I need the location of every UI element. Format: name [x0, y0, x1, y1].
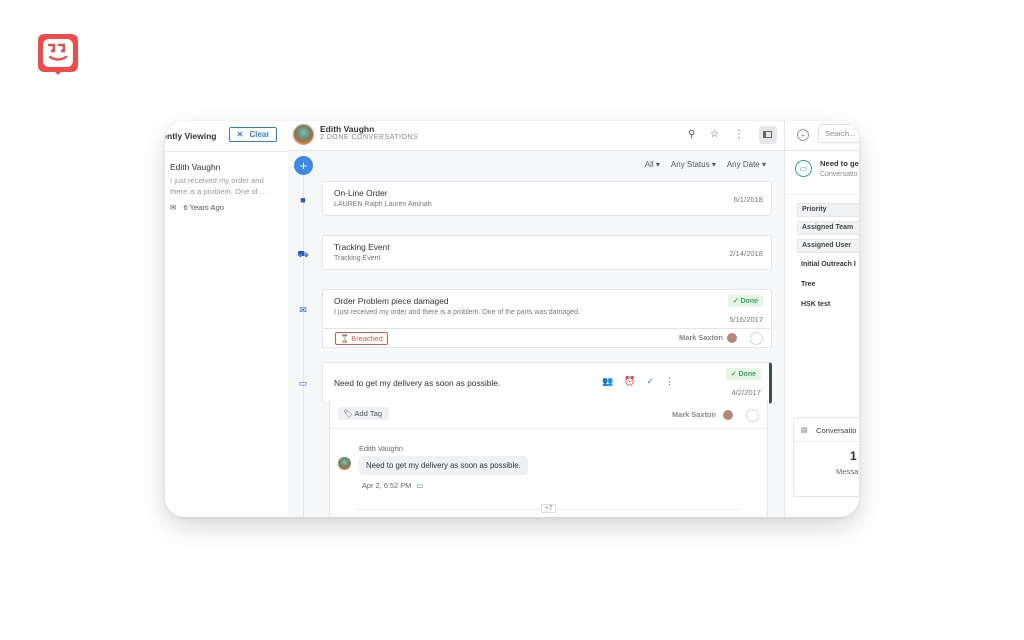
folder-icon: ■ — [300, 195, 306, 205]
timeline-item-tracking[interactable]: Tracking Event Tracking Event 2/14/2018 — [322, 235, 772, 270]
email-icon: ✉ — [170, 203, 177, 212]
message-preview: I just received my order and there is a … — [170, 176, 267, 196]
breached-badge: ⌛ Breached — [335, 332, 388, 345]
truck-icon: ⛟ — [297, 249, 309, 259]
add-icon[interactable]: + — [797, 129, 809, 141]
timeline-item-order[interactable]: On-Line Order LAUREN Ralph Lauren Aminah… — [322, 181, 772, 216]
status-badge: ✓ Done — [725, 368, 761, 380]
chat-icon: ▭ — [416, 481, 424, 490]
complete-checkbox[interactable] — [746, 409, 759, 422]
panel-toggle-icon[interactable] — [759, 126, 777, 144]
more-messages-button[interactable]: +7 — [541, 504, 557, 513]
divider — [330, 428, 767, 429]
conversation-subtitle: Conversatio — [820, 171, 858, 178]
item-title: Order Problem piece damaged — [334, 296, 449, 306]
new-conversation-button[interactable]: + — [294, 156, 313, 175]
stats-label: Messa — [836, 467, 859, 476]
divider — [794, 441, 859, 442]
customer-name: Edith Vaughn — [320, 124, 375, 134]
item-date: 5/16/2017 — [729, 315, 763, 324]
field-tree[interactable]: Tree — [801, 281, 815, 288]
item-date: 6/1/2018 — [733, 195, 763, 204]
conversation-title: Need to ge — [820, 159, 859, 168]
item-date: 2/14/2018 — [729, 249, 763, 258]
field-assigned-user[interactable]: Assigned User — [797, 239, 859, 253]
star-icon[interactable]: ☆ — [710, 129, 719, 140]
assignee-avatar — [727, 333, 737, 343]
filter-date[interactable]: Any Date ▾ — [727, 160, 766, 169]
divider — [165, 151, 288, 152]
chart-icon: ▤ — [801, 427, 808, 434]
message-time: Apr 2, 6:52 PM ▭ — [362, 481, 424, 490]
chat-icon: ▭ — [298, 378, 308, 388]
stats-title: Conversatio — [816, 426, 857, 435]
avatar[interactable] — [293, 124, 314, 145]
brand-logo — [36, 32, 80, 76]
item-title: On-Line Order — [334, 188, 388, 198]
search-input[interactable]: Search... — [818, 124, 859, 143]
email-icon: ✉ — [299, 305, 307, 315]
complete-checkbox[interactable] — [750, 332, 763, 345]
assignee-name[interactable]: Mark Saxton — [672, 410, 716, 419]
item-subtitle: I just received my order and there is a … — [334, 309, 580, 316]
more-vertical-icon[interactable]: ⋮ — [665, 376, 674, 387]
message-bubble: Need to get my delivery as soon as possi… — [359, 456, 528, 475]
timeline-filters: All ▾ Any Status ▾ Any Date ▾ — [645, 160, 766, 169]
customer-header: Edith Vaughn 2 DONE CONVERSATIONS ⚲ ☆ ⋮ — [288, 121, 784, 151]
clear-button[interactable]: ✕ Clear — [229, 127, 277, 142]
conversation-thread: 🏷 Add Tag Mark Saxton Edith Vaughn Need … — [329, 401, 768, 517]
item-subtitle: Tracking Event — [334, 255, 381, 262]
timeline-item-chat[interactable]: Need to get my delivery as soon as possi… — [322, 362, 772, 404]
check-circle-icon[interactable]: ✓ — [646, 376, 654, 387]
more-vertical-icon[interactable]: ⋮ — [734, 129, 744, 140]
item-subtitle: LAUREN Ralph Lauren Aminah — [334, 201, 432, 208]
customer-name: Edith Vaughn — [170, 162, 221, 172]
assignee-name[interactable]: Mark Saxton — [679, 333, 723, 342]
chat-icon: ▭ — [795, 160, 812, 177]
item-actions: 👥 ⏰ ✓ ⋮ — [602, 376, 674, 387]
conversation-stats-card: ▤ Conversatio 1 Messa — [793, 417, 859, 497]
time-label: 6 Years Ago — [183, 203, 224, 212]
avatar — [338, 457, 351, 470]
team-icon[interactable]: 👥 — [602, 376, 613, 387]
status-badge: ✓ Done — [727, 295, 763, 307]
item-date: 4/2/2017 — [731, 388, 761, 397]
currently-viewing-title: rently Viewing — [165, 131, 217, 141]
close-icon: ✕ — [236, 130, 244, 139]
assign-user-icon[interactable]: ⚲ — [688, 129, 695, 140]
item-meta-row: ⌛ Breached Mark Saxton — [322, 329, 772, 348]
field-assigned-team[interactable]: Assigned Team — [797, 221, 859, 235]
item-title: Tracking Event — [334, 242, 390, 252]
app-window: rently Viewing ✕ Clear Edith Vaughn I ju… — [165, 121, 859, 517]
divider — [785, 194, 859, 195]
assignee-avatar — [723, 410, 733, 420]
timeline-line — [303, 169, 304, 517]
filter-all[interactable]: All ▾ — [645, 160, 660, 169]
field-initial-outreach[interactable]: Initial Outreach I — [801, 261, 856, 268]
message-author: Edith Vaughn — [359, 444, 403, 453]
details-panel: + Search... ▭ Need to ge Conversatio Pri… — [784, 121, 859, 517]
field-priority[interactable]: Priority — [797, 203, 859, 217]
timeline-item-email[interactable]: Order Problem piece damaged I just recei… — [322, 289, 772, 329]
tag-icon: 🏷 — [343, 409, 353, 418]
item-title: Need to get my delivery as soon as possi… — [334, 378, 501, 388]
customer-timeline: Edith Vaughn 2 DONE CONVERSATIONS ⚲ ☆ ⋮ … — [288, 121, 784, 517]
plus-icon: + — [299, 158, 308, 173]
add-tag-button[interactable]: 🏷 Add Tag — [338, 407, 390, 420]
details-toolbar: + Search... — [785, 121, 859, 151]
stats-value: 1 — [850, 449, 857, 463]
conversation-time: ✉ 6 Years Ago — [170, 203, 224, 212]
conversation-count: 2 DONE CONVERSATIONS — [320, 134, 419, 141]
alarm-icon[interactable]: ⏰ — [624, 376, 635, 387]
currently-viewing-panel: rently Viewing ✕ Clear Edith Vaughn I ju… — [165, 121, 289, 517]
filter-status[interactable]: Any Status ▾ — [671, 160, 716, 169]
clear-label: Clear — [249, 130, 270, 139]
field-hsk-test[interactable]: HSK test — [801, 301, 830, 308]
